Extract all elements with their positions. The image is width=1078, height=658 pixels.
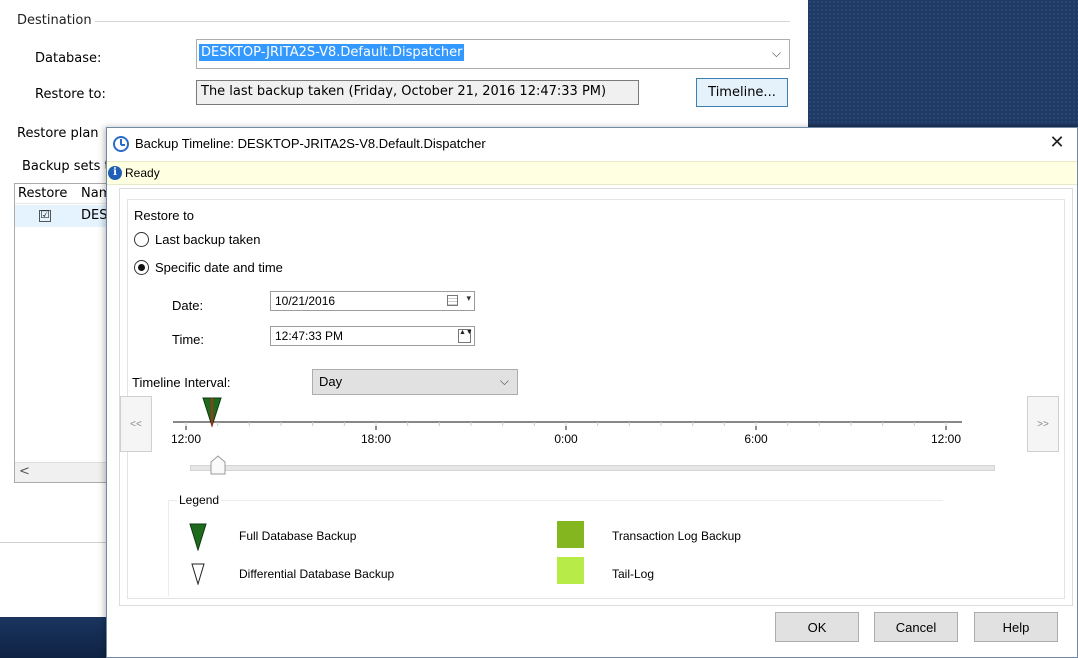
legend: Legend Full Database Backup Differential… — [168, 493, 943, 596]
time-picker[interactable]: 12:47:33 PM ▲▼ — [270, 326, 475, 346]
restore-plan-label: Restore plan — [17, 126, 99, 141]
timeline-axis — [173, 397, 962, 430]
timeline-tick-label: 18:00 — [360, 432, 392, 446]
radio-last-backup-label[interactable]: Last backup taken — [155, 232, 261, 247]
differential-backup-icon — [191, 563, 205, 585]
timeline-tick-label: 12:00 — [930, 432, 962, 446]
restore-to-group: Restore to Last backup taken Specific da… — [120, 199, 1065, 599]
date-picker[interactable]: 10/21/2016 ▾ — [270, 291, 475, 311]
spinner-icon[interactable]: ▲▼ — [458, 329, 473, 343]
timeline-scroll-thumb[interactable] — [210, 455, 226, 475]
column-header-restore[interactable]: Restore — [18, 186, 67, 201]
group-title: Restore to — [132, 208, 196, 223]
interval-value: Day — [319, 374, 343, 389]
help-button[interactable]: Help — [974, 612, 1058, 642]
date-value: 10/21/2016 — [275, 294, 336, 308]
close-button[interactable]: ✕ — [1037, 128, 1077, 158]
legend-title: Legend — [177, 493, 222, 507]
timeline-prev-button[interactable]: << — [120, 396, 152, 452]
radio-specific-date[interactable] — [134, 260, 149, 275]
cancel-button[interactable]: Cancel — [874, 612, 958, 642]
transaction-log-swatch — [557, 521, 584, 548]
chevron-down-icon[interactable]: ▾ — [466, 293, 471, 304]
radio-specific-date-label[interactable]: Specific date and time — [155, 260, 283, 275]
content-panel: Restore to Last backup taken Specific da… — [119, 188, 1073, 606]
chevron-down-icon: ⌵ — [499, 374, 509, 388]
calendar-icon[interactable] — [447, 295, 458, 306]
radio-last-backup[interactable] — [134, 232, 149, 247]
destination-divider — [95, 21, 790, 22]
restore-to-field: The last backup taken (Friday, October 2… — [196, 80, 639, 105]
desktop-background — [808, 0, 1078, 125]
timeline-interval-select[interactable]: Day ⌵ — [312, 369, 518, 395]
grid-header: Restore Nam — [15, 184, 111, 204]
scroll-left-icon[interactable]: < — [19, 464, 30, 479]
backup-sets-grid: Restore Nam ☑ DES < — [14, 183, 111, 483]
timeline[interactable]: 12:00 18:00 0:00 6:00 12:00 — [163, 396, 1023, 452]
status-bar: i Ready — [107, 161, 1077, 185]
database-combo[interactable]: DESKTOP-JRITA2S-V8.Default.Dispatcher ⌵ — [196, 39, 790, 69]
timeline-button[interactable]: Timeline... — [696, 78, 788, 107]
restore-to-label: Restore to: — [35, 87, 106, 102]
footer-divider — [0, 542, 106, 543]
timeline-tick-label: 6:00 — [744, 432, 768, 446]
info-icon: i — [108, 166, 122, 180]
timeline-scroll-track[interactable] — [190, 465, 995, 471]
table-row[interactable]: ☑ DES — [15, 205, 108, 227]
clock-icon — [113, 136, 129, 152]
tail-log-swatch — [557, 557, 584, 584]
time-label: Time: — [172, 332, 205, 347]
database-label: Database: — [35, 51, 102, 66]
horizontal-scrollbar[interactable]: < — [15, 462, 106, 482]
legend-tail-log-label: Tail-Log — [612, 567, 655, 581]
backup-timeline-dialog: Backup Timeline: DESKTOP-JRITA2S-V8.Defa… — [106, 127, 1078, 658]
title-bar[interactable]: Backup Timeline: DESKTOP-JRITA2S-V8.Defa… — [107, 128, 1077, 160]
timeline-interval-label: Timeline Interval: — [132, 375, 231, 390]
ok-button[interactable]: OK — [775, 612, 859, 642]
row-checkbox[interactable]: ☑ — [39, 210, 51, 222]
legend-differential-label: Differential Database Backup — [239, 567, 395, 581]
legend-transaction-log-label: Transaction Log Backup — [612, 529, 741, 543]
status-text: Ready — [125, 166, 160, 180]
row-name-cell: DES — [81, 208, 108, 223]
desktop-background-bottom — [0, 617, 106, 658]
timeline-tick-label: 0:00 — [554, 432, 578, 446]
timeline-tick-labels: 12:00 18:00 0:00 6:00 12:00 — [163, 432, 1023, 448]
chevron-down-icon: ⌵ — [771, 46, 781, 60]
timeline-next-button[interactable]: >> — [1027, 396, 1059, 452]
database-combo-value: DESKTOP-JRITA2S-V8.Default.Dispatcher — [199, 44, 465, 61]
date-label: Date: — [172, 298, 204, 313]
backup-sets-label: Backup sets t — [22, 159, 110, 174]
time-value: 12:47:33 PM — [275, 329, 344, 343]
legend-full-backup-label: Full Database Backup — [239, 529, 357, 543]
dialog-title: Backup Timeline: DESKTOP-JRITA2S-V8.Defa… — [135, 136, 486, 151]
full-backup-icon — [189, 523, 207, 551]
timeline-tick-label: 12:00 — [170, 432, 202, 446]
destination-legend: Destination — [17, 13, 92, 28]
